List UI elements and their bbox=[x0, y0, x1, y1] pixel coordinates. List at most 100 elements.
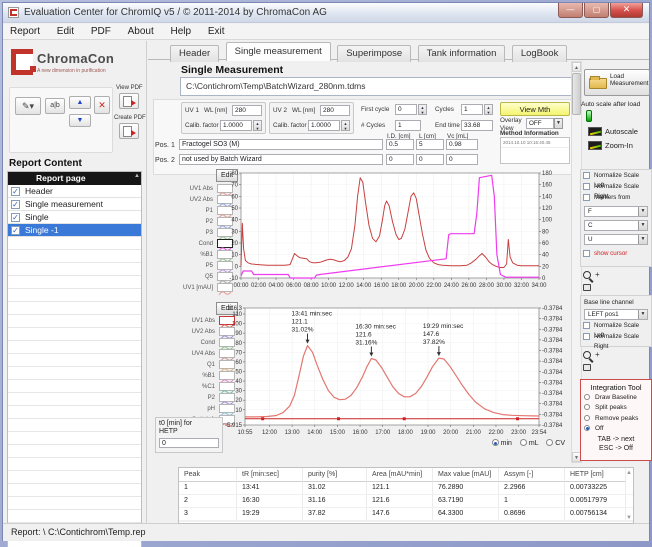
cycles-input[interactable]: 1 bbox=[461, 104, 483, 115]
move-up-button[interactable]: ▲ bbox=[69, 96, 91, 109]
view-pdf-button[interactable] bbox=[119, 93, 139, 109]
file-path-box[interactable]: C:\Contichrom\Temp\BatchWizard_280nm.tdm… bbox=[180, 77, 572, 96]
num-cycles-input[interactable]: 1 bbox=[395, 120, 421, 131]
table-row[interactable]: 319:2937.82147.664.33000.86960.00756134 bbox=[179, 508, 633, 521]
magnifier-icon[interactable] bbox=[583, 271, 591, 279]
title-bar[interactable]: Evaluation Center for ChromIQ v5 / © 201… bbox=[3, 3, 649, 23]
scroll-up-icon[interactable]: ▲ bbox=[626, 470, 632, 476]
legend-item[interactable]: UV2 Abs bbox=[153, 194, 233, 205]
t0-input[interactable]: 0 bbox=[159, 438, 219, 448]
dropdown-arrow-icon[interactable]: ▼ bbox=[638, 221, 647, 230]
report-page-row[interactable]: ✓Single bbox=[8, 211, 141, 224]
report-page-row[interactable]: ✓Single measurement bbox=[8, 198, 141, 211]
magnifier-icon[interactable] bbox=[583, 351, 591, 359]
pan-tool-icon[interactable] bbox=[583, 284, 591, 291]
view-mth-button[interactable]: View Mth bbox=[500, 102, 570, 116]
scroll-down-icon[interactable]: ▼ bbox=[626, 515, 632, 521]
scrollbar-up-icon[interactable]: ▲ bbox=[572, 62, 581, 72]
checkbox-icon[interactable]: ✓ bbox=[11, 226, 20, 235]
legend-item[interactable]: UV1 [mAU] bbox=[153, 282, 233, 293]
checkbox-icon[interactable] bbox=[583, 194, 590, 201]
tab-superimpose[interactable]: Superimpose bbox=[337, 45, 411, 62]
maximize-button[interactable]: ▢ bbox=[584, 3, 609, 18]
autoscale-button[interactable]: Autoscale bbox=[588, 127, 638, 137]
autoscale-led-indicator[interactable] bbox=[586, 110, 592, 122]
pos2-id-input[interactable]: 0 bbox=[386, 154, 414, 165]
unit-cv-radio[interactable] bbox=[546, 439, 553, 446]
table-row[interactable]: 216:3031.16121.663.719010.00517979 bbox=[179, 495, 633, 508]
checkbox-icon[interactable] bbox=[583, 183, 590, 190]
pos1-id-input[interactable]: 0.5 bbox=[386, 139, 414, 150]
split-peaks-radio[interactable]: Split peaks bbox=[581, 403, 651, 413]
legend-item[interactable]: P3 bbox=[153, 227, 233, 238]
cycles-spinner[interactable]: ▲▼ bbox=[484, 104, 493, 115]
zoom-in-button[interactable]: Zoom-In bbox=[588, 141, 633, 151]
checkbox-icon[interactable] bbox=[583, 250, 590, 257]
checkbox-icon[interactable]: ✓ bbox=[11, 187, 20, 196]
legend-item[interactable]: P2 bbox=[153, 216, 233, 227]
minimize-button[interactable]: — bbox=[558, 3, 583, 18]
pos1-length-input[interactable]: 5 bbox=[416, 139, 444, 150]
delete-page-button[interactable]: ✕ bbox=[94, 96, 110, 114]
first-cycle-input[interactable]: 0 bbox=[395, 104, 417, 115]
rename-button[interactable]: a|b bbox=[45, 98, 65, 114]
first-cycle-spinner[interactable]: ▲▼ bbox=[418, 104, 427, 115]
off-radio[interactable]: Off bbox=[581, 424, 651, 434]
dropdown-arrow-icon[interactable]: ▼ bbox=[638, 310, 647, 319]
checkbox-icon[interactable] bbox=[583, 333, 590, 340]
checkbox-icon[interactable]: ✓ bbox=[11, 213, 20, 222]
zoom-plus-icon[interactable]: + bbox=[595, 350, 600, 359]
checkbox-icon[interactable]: ✓ bbox=[11, 200, 20, 209]
menu-about[interactable]: About bbox=[121, 24, 161, 40]
tab-header[interactable]: Header bbox=[170, 45, 219, 62]
radio-icon[interactable] bbox=[584, 415, 590, 421]
table-row[interactable]: 113:4131.02121.176.28902.29660.00733225 bbox=[179, 482, 633, 495]
tab-logbook[interactable]: LogBook bbox=[512, 45, 568, 62]
menu-pdf[interactable]: PDF bbox=[84, 24, 118, 40]
report-page-row[interactable]: ✓Single -1 bbox=[8, 224, 141, 237]
end-time-input[interactable]: 33.68 bbox=[461, 120, 493, 131]
report-page-row[interactable]: ✓Header bbox=[8, 185, 141, 198]
radio-icon[interactable] bbox=[584, 425, 590, 431]
menu-help[interactable]: Help bbox=[164, 24, 199, 40]
unit-min-radio[interactable] bbox=[492, 439, 499, 446]
dropdown-arrow-icon[interactable]: ▼ bbox=[638, 235, 647, 244]
overlay-dropdown-arrow-icon[interactable]: ▼ bbox=[554, 118, 563, 129]
scroll-up-icon[interactable]: ▲ bbox=[134, 173, 140, 179]
overlay-view-select[interactable]: OFF bbox=[526, 118, 554, 129]
edit-pencil-button[interactable]: ✎▾ bbox=[15, 97, 41, 115]
legend-item[interactable]: P5 bbox=[153, 260, 233, 271]
move-down-button[interactable]: ▼ bbox=[69, 114, 91, 127]
checkbox-icon[interactable] bbox=[583, 172, 590, 179]
load-measurement-button[interactable]: Load Measurement bbox=[584, 69, 650, 96]
menu-report[interactable]: Report bbox=[3, 24, 47, 40]
menu-edit[interactable]: Edit bbox=[50, 24, 81, 40]
uv1-calib-spinner[interactable]: ▲▼ bbox=[253, 120, 262, 131]
radio-icon[interactable] bbox=[584, 404, 590, 410]
report-page-list[interactable]: Report page ▲ ✓Header✓Single measurement… bbox=[7, 171, 142, 547]
draw-baseline-radio[interactable]: Draw Baseline bbox=[581, 393, 651, 403]
pan-tool-icon[interactable] bbox=[583, 364, 591, 371]
checkbox-icon[interactable] bbox=[583, 322, 590, 329]
baseline-normalize-right-checkbox[interactable]: Normalize Scale Right bbox=[581, 332, 651, 342]
single-measurement-chart[interactable]: 10:5512:0013:0014:0015:0016:0017:0018:00… bbox=[223, 303, 569, 439]
tab-tank-information[interactable]: Tank information bbox=[418, 45, 506, 62]
marker-channel-select-3[interactable]: U▼ bbox=[584, 234, 648, 245]
legend-item[interactable]: P1 bbox=[153, 205, 233, 216]
pos2-length-input[interactable]: 0 bbox=[416, 154, 444, 165]
scrollbar-thumb[interactable] bbox=[572, 73, 581, 115]
pos2-vc-input[interactable]: 0 bbox=[446, 154, 478, 165]
normalize-right-checkbox[interactable]: Normalize Scale Right bbox=[581, 182, 651, 192]
radio-icon[interactable] bbox=[584, 394, 590, 400]
legend-item[interactable]: UV1 Abs bbox=[153, 183, 233, 194]
close-button[interactable]: ✕ bbox=[610, 3, 643, 18]
unit-ml-radio[interactable] bbox=[520, 439, 527, 446]
pos2-name-input[interactable]: not used by Batch Wizard bbox=[179, 154, 383, 165]
overview-chromatogram-chart[interactable]: 00:0002:0004:0006:0008:0010:0012:0014:00… bbox=[223, 167, 569, 299]
pos1-vc-input[interactable]: 0.98 bbox=[446, 139, 478, 150]
show-cursor-checkbox[interactable]: show cursor bbox=[581, 249, 651, 259]
zoom-plus-icon[interactable]: + bbox=[595, 270, 600, 279]
uv1-wl-input[interactable]: 280 bbox=[232, 105, 262, 116]
tab-single-measurement[interactable]: Single measurement bbox=[226, 42, 331, 61]
baseline-normalize-left-checkbox[interactable]: Normalize Scale Left bbox=[581, 321, 651, 331]
